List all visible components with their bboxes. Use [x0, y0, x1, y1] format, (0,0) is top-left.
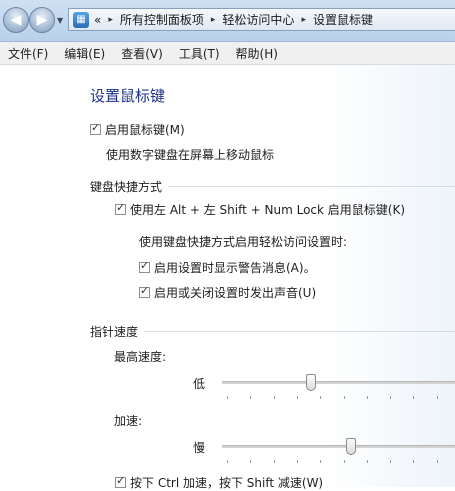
speed-group-title: 指针速度 — [90, 325, 139, 339]
slider-tick — [297, 460, 298, 463]
breadcrumb-ease-of-access[interactable]: 轻松访问中心 — [222, 11, 294, 28]
enable-mousekeys-description: 使用数字键盘在屏幕上移动鼠标 — [106, 148, 275, 162]
use-shortcut-checkbox[interactable]: 使用左 Alt + 左 Shift + Num Lock 启用鼠标键(K) — [115, 201, 405, 218]
menu-file[interactable]: 文件(F) — [0, 45, 56, 62]
breadcrumb-separator-icon[interactable]: ▸ — [211, 15, 216, 25]
warning-message-label[interactable]: 启用设置时显示警告消息(A)。 — [154, 259, 316, 276]
slider-tick — [297, 396, 298, 399]
checkbox-checked-icon[interactable] — [90, 121, 101, 135]
slider-track[interactable] — [222, 381, 455, 384]
slider-tick — [413, 460, 414, 463]
slider-tick — [344, 396, 345, 399]
back-button[interactable]: ◀ — [3, 7, 29, 33]
address-overflow[interactable]: « — [94, 13, 101, 27]
top-speed-min-label: 低 — [193, 377, 206, 391]
enable-mousekeys-label[interactable]: 启用鼠标键(M) — [105, 121, 185, 138]
arrow-left-icon: ◀ — [10, 12, 22, 28]
slider-tick — [437, 460, 438, 463]
group-divider — [168, 186, 455, 187]
ctrl-shift-checkbox[interactable]: 按下 Ctrl 加速，按下 Shift 减速(W) — [115, 474, 323, 491]
acceleration-slider[interactable] — [222, 438, 455, 466]
breadcrumb-separator-icon[interactable]: ▸ — [108, 15, 113, 25]
menu-bar: 文件(F) 编辑(E) 查看(V) 工具(T) 帮助(H) — [0, 42, 455, 65]
slider-tick — [413, 396, 414, 399]
breadcrumb-mouse-keys[interactable]: 设置鼠标键 — [313, 11, 373, 28]
checkbox-checked-icon[interactable] — [115, 474, 126, 488]
group-divider — [144, 331, 455, 332]
forward-button[interactable]: ▶ — [29, 7, 55, 33]
sound-label[interactable]: 启用或关闭设置时发出声音(U) — [154, 284, 316, 301]
acceleration-min-label: 慢 — [193, 441, 206, 455]
slider-tick — [250, 460, 251, 463]
slider-tick — [344, 460, 345, 463]
slider-tick — [320, 460, 321, 463]
slider-tick — [367, 460, 368, 463]
slider-tick — [250, 396, 251, 399]
checkbox-checked-icon[interactable] — [115, 201, 126, 215]
menu-help[interactable]: 帮助(H) — [228, 45, 286, 62]
chevron-down-icon: ▼ — [57, 16, 64, 25]
warning-message-checkbox[interactable]: 启用设置时显示警告消息(A)。 — [139, 259, 316, 276]
slider-thumb[interactable] — [306, 374, 316, 391]
control-panel-icon: ▦ — [73, 11, 89, 28]
speed-group-header: 指针速度 — [90, 323, 455, 340]
top-speed-slider[interactable] — [222, 374, 455, 402]
top-speed-label: 最高速度: — [114, 350, 167, 364]
slider-tick — [227, 460, 228, 463]
menu-tools[interactable]: 工具(T) — [171, 45, 228, 62]
ctrl-shift-label[interactable]: 按下 Ctrl 加速，按下 Shift 减速(W) — [130, 474, 323, 491]
address-bar[interactable]: ▦ « ▸ 所有控制面板项 ▸ 轻松访问中心 ▸ 设置鼠标键 — [68, 8, 455, 31]
slider-tick — [437, 396, 438, 399]
breadcrumb-separator-icon[interactable]: ▸ — [301, 15, 306, 25]
shortcut-group-header: 键盘快捷方式 — [90, 178, 455, 195]
slider-tick — [390, 396, 391, 399]
slider-tick — [274, 396, 275, 399]
slider-tick — [274, 460, 275, 463]
sound-checkbox[interactable]: 启用或关闭设置时发出声音(U) — [139, 284, 316, 301]
arrow-right-icon: ▶ — [36, 12, 48, 28]
slider-track[interactable] — [222, 445, 455, 448]
menu-edit[interactable]: 编辑(E) — [56, 45, 113, 62]
page-title: 设置鼠标键 — [90, 87, 166, 105]
slider-thumb[interactable] — [346, 438, 356, 455]
slider-tick — [390, 460, 391, 463]
checkbox-checked-icon[interactable] — [139, 259, 150, 273]
checkbox-checked-icon[interactable] — [139, 284, 150, 298]
slider-tick — [227, 396, 228, 399]
settings-panel: 设置鼠标键 启用鼠标键(M) 使用数字键盘在屏幕上移动鼠标 键盘快捷方式 使用左… — [0, 65, 455, 490]
slider-tick — [367, 396, 368, 399]
title-bar: ◀ ▶ ▼ ▦ « ▸ 所有控制面板项 ▸ 轻松访问中心 ▸ 设置鼠标键 — [0, 0, 455, 42]
menu-view[interactable]: 查看(V) — [113, 45, 171, 62]
shortcut-sub-label: 使用键盘快捷方式启用轻松访问设置时: — [139, 235, 348, 249]
acceleration-label: 加速: — [114, 414, 143, 428]
recent-pages-dropdown[interactable]: ▼ — [57, 16, 63, 25]
use-shortcut-label[interactable]: 使用左 Alt + 左 Shift + Num Lock 启用鼠标键(K) — [130, 201, 405, 218]
shortcut-group-title: 键盘快捷方式 — [90, 180, 163, 194]
slider-tick — [320, 396, 321, 399]
breadcrumb-all-items[interactable]: 所有控制面板项 — [120, 11, 204, 28]
enable-mousekeys-checkbox[interactable]: 启用鼠标键(M) — [90, 121, 185, 138]
